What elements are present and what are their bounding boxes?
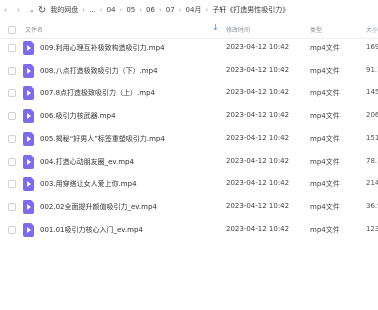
- file-type: mp4文件: [310, 112, 340, 121]
- file-row[interactable]: 003.用穿搭让女人爱上你.mp4 2023-04-12 10:42 mp4文件 21…: [0, 174, 378, 194]
- file-type: mp4文件: [310, 44, 340, 52]
- file-modified-time: 2023-04-12 10:42: [226, 43, 290, 51]
- file-row[interactable]: 001.01吸引力核心入门_ev.mp4 2023-04-12 10:42 mp4文…: [0, 220, 378, 240]
- row-checkbox[interactable]: [8, 44, 16, 52]
- breadcrumb-separator-icon: ›: [119, 6, 123, 14]
- file-row[interactable]: 005.揭秘“好男人”标签重塑吸引力.mp4 2023-04-12 10:42 mp…: [0, 129, 378, 149]
- video-file-icon: [23, 63, 34, 78]
- file-type: mp4文件: [310, 225, 340, 234]
- breadcrumb-item[interactable]: 07: [166, 6, 175, 14]
- column-header-type[interactable]: 类型: [310, 25, 322, 34]
- file-modified-time: 2023-04-12 10:42: [226, 65, 290, 74]
- file-modified-time: 2023-04-12 10:42: [226, 133, 290, 142]
- file-name[interactable]: 001.01吸引力核心入门_ev.mp4: [40, 225, 143, 235]
- row-checkbox[interactable]: [8, 202, 16, 211]
- row-checkbox[interactable]: [8, 89, 16, 98]
- file-name[interactable]: 002.02全面提升颜值吸引力_ev.mp4: [40, 202, 157, 212]
- file-size: 206: [366, 111, 378, 120]
- breadcrumb: 我的网盘 ›... › 04 › 05 › 06 › 07 › 04月 › 子轩《打造男性吸引力》: [50, 5, 289, 15]
- row-checkbox[interactable]: [8, 66, 16, 75]
- file-modified-time: 2023-04-12 10:42: [226, 224, 290, 233]
- breadcrumb-separator-icon: ›: [82, 6, 86, 14]
- file-name[interactable]: 005.揭秘“好男人”标签重塑吸引力.mp4: [40, 134, 165, 144]
- file-row[interactable]: 008.八点打造极致吸引力（下）.mp4 2023-04-12 10:42 mp4文…: [0, 61, 378, 81]
- file-size: 214: [366, 179, 378, 188]
- file-modified-time: 2023-04-12 10:42: [226, 201, 290, 210]
- video-file-icon: [23, 177, 34, 192]
- row-checkbox[interactable]: [8, 180, 16, 189]
- file-type: mp4文件: [310, 66, 340, 75]
- file-row[interactable]: 009.利用心理互补极致构造吸引力.mp4 2023-04-12 10:42 mp4…: [0, 38, 378, 58]
- file-type: mp4文件: [310, 157, 340, 166]
- video-file-icon: [23, 86, 34, 101]
- breadcrumb-item[interactable]: 05: [126, 6, 135, 14]
- video-file-icon: [23, 222, 34, 237]
- file-row[interactable]: 004.打造心动朋友圈_ev.mp4 2023-04-12 10:42 mp4文件 7…: [0, 152, 378, 172]
- file-modified-time: 2023-04-12 10:42: [226, 179, 290, 188]
- history-dropdown-icon[interactable]: ⌄: [29, 6, 35, 14]
- column-header-size[interactable]: 大小: [366, 25, 378, 34]
- row-checkbox[interactable]: [8, 134, 16, 143]
- breadcrumb-item[interactable]: ...: [89, 6, 96, 14]
- column-header-modified[interactable]: 修改时间: [226, 25, 250, 34]
- back-icon[interactable]: ‹: [0, 5, 11, 16]
- video-file-icon: [23, 41, 34, 55]
- file-row[interactable]: 006.吸引力核武器.mp4 2023-04-12 10:42 mp4文件 206: [0, 106, 378, 126]
- breadcrumb-item[interactable]: 06: [146, 6, 155, 14]
- file-type: mp4文件: [310, 180, 340, 189]
- file-row[interactable]: 002.02全面提升颜值吸引力_ev.mp4 2023-04-12 10:42 mp…: [0, 197, 378, 217]
- row-checkbox[interactable]: [8, 112, 16, 121]
- file-size: 78.1: [366, 156, 378, 165]
- file-type: mp4文件: [310, 89, 340, 98]
- video-file-icon: [23, 154, 34, 169]
- file-name[interactable]: 007.8点打造极致吸引力（上）.mp4: [40, 88, 155, 98]
- file-type: mp4文件: [310, 134, 340, 143]
- refresh-icon[interactable]: ↻: [38, 5, 46, 16]
- breadcrumb-item[interactable]: 04: [107, 6, 116, 14]
- breadcrumb-separator-icon: ›: [158, 6, 162, 14]
- file-modified-time: 2023-04-12 10:42: [226, 156, 290, 165]
- navigation-bar: ‹ › ⌄ ↻ 我的网盘 ›... › 04 › 05 › 06 › 07 › 04月 › 子轩《打造男性…: [0, 0, 378, 20]
- file-list-header: 文件名 ↓ 修改时间 类型 大小: [0, 22, 378, 39]
- breadcrumb-separator-icon: ›: [178, 6, 182, 14]
- breadcrumb-separator-icon: ›: [99, 6, 103, 14]
- select-all-checkbox[interactable]: [8, 26, 16, 34]
- file-type: mp4文件: [310, 202, 340, 211]
- file-row[interactable]: 007.8点打造极致吸引力（上）.mp4 2023-04-12 10:42 mp4文…: [0, 83, 378, 103]
- file-size: 123: [366, 224, 378, 233]
- file-size: 36.9: [366, 201, 378, 210]
- forward-icon[interactable]: ›: [13, 5, 24, 16]
- breadcrumb-separator-icon: ›: [139, 6, 143, 14]
- file-name[interactable]: 006.吸引力核武器.mp4: [40, 111, 116, 121]
- column-header-name[interactable]: 文件名: [25, 25, 43, 34]
- file-name[interactable]: 003.用穿搭让女人爱上你.mp4: [40, 179, 137, 189]
- breadcrumb-item[interactable]: 我的网盘: [50, 5, 78, 15]
- video-file-icon: [23, 199, 34, 214]
- file-modified-time: 2023-04-12 10:42: [226, 88, 290, 97]
- file-size: 169: [366, 43, 378, 51]
- file-size: 145: [366, 88, 378, 97]
- row-checkbox[interactable]: [8, 157, 16, 166]
- file-name[interactable]: 008.八点打造极致吸引力（下）.mp4: [40, 66, 158, 76]
- sort-arrow-icon[interactable]: ↓: [212, 23, 219, 32]
- row-checkbox[interactable]: [8, 225, 16, 234]
- file-name[interactable]: 004.打造心动朋友圈_ev.mp4: [40, 157, 134, 167]
- file-size: 151: [366, 133, 378, 142]
- file-name[interactable]: 009.利用心理互补极致构造吸引力.mp4: [40, 43, 165, 53]
- breadcrumb-current-folder: 子轩《打造男性吸引力》: [212, 6, 290, 14]
- file-size: 91.7: [366, 65, 378, 74]
- video-file-icon: [23, 109, 34, 124]
- breadcrumb-item[interactable]: 04月: [186, 5, 202, 15]
- breadcrumb-separator-icon: ›: [205, 6, 209, 14]
- video-file-icon: [23, 131, 34, 146]
- file-modified-time: 2023-04-12 10:42: [226, 111, 290, 120]
